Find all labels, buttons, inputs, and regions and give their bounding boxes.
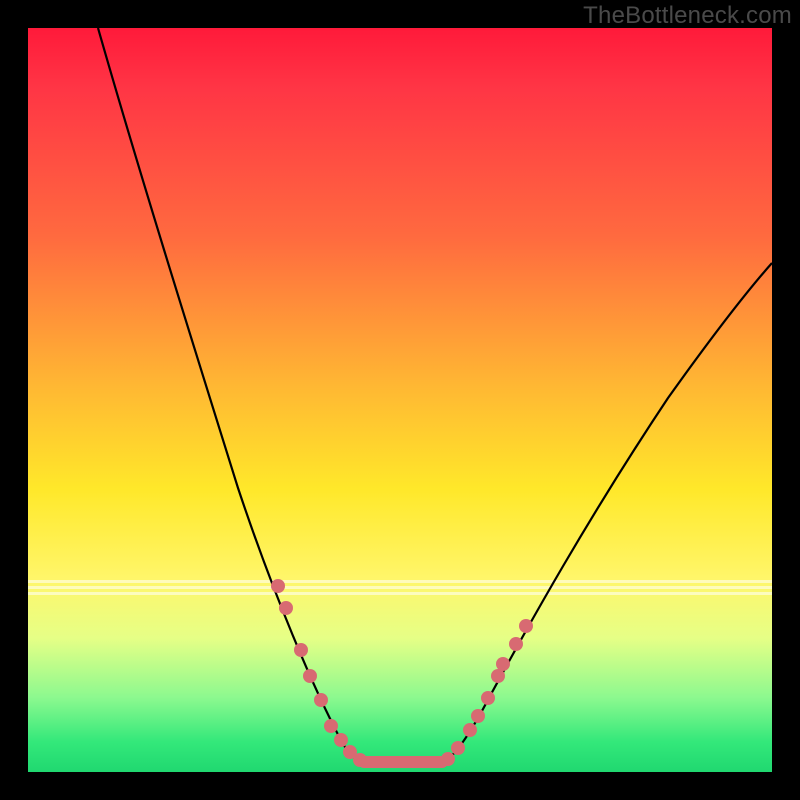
- marker-right: [463, 723, 477, 737]
- marker-left: [334, 733, 348, 747]
- marker-left: [279, 601, 293, 615]
- marker-right: [509, 637, 523, 651]
- plot-area: [28, 28, 772, 772]
- curve-right: [443, 263, 772, 762]
- marker-right: [471, 709, 485, 723]
- curve-left: [98, 28, 363, 762]
- marker-left: [324, 719, 338, 733]
- marker-right: [496, 657, 510, 671]
- chart-frame: TheBottleneck.com: [0, 0, 800, 800]
- marker-right: [519, 619, 533, 633]
- marker-right: [441, 752, 455, 766]
- chart-svg: [28, 28, 772, 772]
- marker-left: [353, 753, 367, 767]
- marker-right: [491, 669, 505, 683]
- marker-right: [451, 741, 465, 755]
- marker-left: [314, 693, 328, 707]
- marker-left: [271, 579, 285, 593]
- marker-left: [294, 643, 308, 657]
- marker-left: [303, 669, 317, 683]
- attribution-text: TheBottleneck.com: [583, 2, 792, 30]
- marker-right: [481, 691, 495, 705]
